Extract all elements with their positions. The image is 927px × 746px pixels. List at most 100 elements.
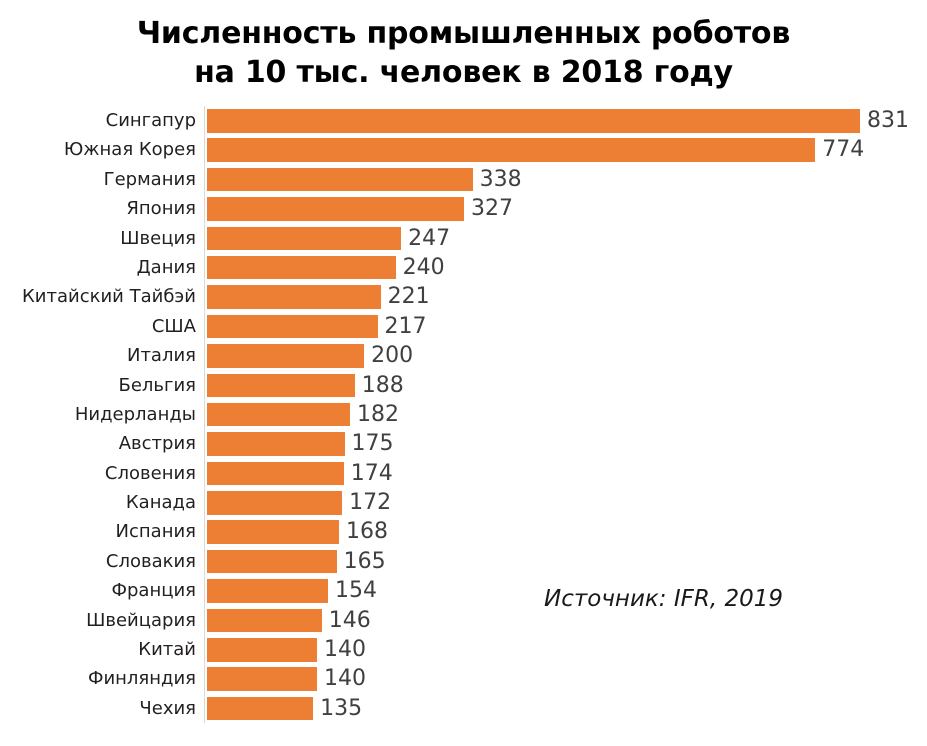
bar-row: Италия 200 [0, 341, 927, 370]
bar-category-label: Бельгия [118, 374, 196, 396]
bar-row: Нидерланды 182 [0, 400, 927, 429]
bar-category-label: Швеция [120, 227, 196, 249]
bar-container: 831 [207, 109, 909, 133]
bar-value-label: 182 [357, 401, 400, 427]
bar-row: Австрия 175 [0, 429, 927, 458]
bar-category-label: Япония [126, 198, 196, 220]
bar [207, 197, 464, 221]
bar-container: 200 [207, 344, 413, 368]
bar-row: Швейцария 146 [0, 606, 927, 635]
bar-row: Словения 174 [0, 459, 927, 488]
bar-container: 146 [207, 609, 371, 633]
chart-title-line-1: Численность промышленных роботов [136, 16, 791, 51]
bar [207, 579, 328, 603]
bar-rows: Сингапур 831 Южная Корея 774 Германия 338 Япон… [0, 106, 927, 723]
bar-category-label: Италия [126, 345, 196, 367]
bar-value-label: 188 [361, 372, 404, 398]
bar-category-label: Нидерланды [74, 403, 196, 425]
bar-row: Германия 338 [0, 165, 927, 194]
bar [207, 285, 381, 309]
bar-row: Франция 154 [0, 576, 927, 605]
bar-row: США 217 [0, 312, 927, 341]
bar [207, 608, 322, 633]
bar [207, 167, 473, 192]
bar-row: Финляндия 140 [0, 664, 927, 693]
bar-category-label: Словакия [105, 550, 196, 572]
bar-value-label: 168 [346, 519, 388, 545]
bar-category-label: Дания [136, 256, 196, 278]
bar-value-label: 338 [479, 166, 522, 192]
bar-category-label: Сингапур [105, 110, 196, 131]
bar-value-label: 200 [371, 343, 414, 369]
bar-value-label: 221 [387, 284, 430, 310]
bar [207, 638, 317, 662]
bar-value-label: 135 [320, 695, 363, 721]
bar-container: 338 [207, 168, 522, 192]
bar-row: Канада 172 [0, 488, 927, 517]
bar-category-label: Китай [138, 639, 196, 661]
bar-value-label: 174 [350, 460, 393, 486]
bar-container: 188 [207, 374, 404, 398]
bar [207, 402, 351, 427]
bar [207, 226, 402, 251]
bar-value-label: 146 [328, 607, 371, 633]
source-annotation: Источник: IFR, 2019 [544, 586, 783, 612]
bar-row: Южная Корея 774 [0, 135, 927, 164]
bar-value-label: 165 [343, 548, 386, 574]
bar [207, 696, 314, 721]
bar-category-label: Финляндия [87, 668, 196, 690]
bar-container: 182 [207, 403, 399, 427]
bar [207, 491, 343, 515]
bar-container: 140 [207, 667, 366, 691]
bar [207, 667, 317, 691]
bar-container: 221 [207, 285, 430, 309]
bar-value-label: 140 [324, 666, 366, 692]
bar-category-label: Испания [115, 521, 196, 543]
bar-category-label: Швейцария [86, 609, 196, 631]
bar-category-label: США [151, 315, 196, 337]
bar [207, 461, 344, 486]
bar-container: 217 [207, 315, 427, 339]
bar-category-label: Чехия [139, 697, 196, 719]
bar [207, 373, 355, 398]
bar [207, 109, 860, 133]
bar [207, 255, 396, 280]
bar-container: 154 [207, 579, 377, 603]
bar-row: Сингапур 831 [0, 106, 927, 135]
bar [207, 314, 378, 339]
bar-row: Швеция 247 [0, 224, 927, 253]
chart-title-line-2: на 10 тыс. человек в 2018 году [194, 55, 733, 90]
bar-row: Китай 140 [0, 635, 927, 664]
bar [207, 138, 816, 162]
bar [207, 432, 345, 456]
bar-row: Китайский Тайбэй 221 [0, 282, 927, 311]
bar-chart: Численность промышленных роботов на 10 т… [0, 0, 927, 746]
bar-value-label: 247 [408, 225, 451, 251]
bar-value-label: 140 [324, 637, 366, 663]
bar [207, 549, 337, 574]
bar-value-label: 175 [351, 431, 394, 457]
bar-container: 327 [207, 197, 513, 221]
bar-category-label: Китайский Тайбэй [22, 286, 196, 308]
bar-container: 140 [207, 638, 366, 662]
bar [207, 520, 339, 544]
bar-value-label: 240 [402, 254, 445, 280]
bar-container: 165 [207, 550, 386, 574]
bar-value-label: 831 [867, 108, 909, 133]
bar-value-label: 154 [335, 578, 377, 604]
bar-category-label: Южная Корея [63, 139, 196, 161]
bar-value-label: 217 [384, 313, 427, 339]
plot-area: Сингапур 831 Южная Корея 774 Германия 338 Япон… [0, 106, 927, 726]
bar-row: Испания 168 [0, 517, 927, 546]
bar-category-label: Словения [104, 462, 196, 484]
bar-container: 174 [207, 462, 393, 486]
bar-container: 774 [207, 138, 864, 162]
bar-container: 247 [207, 227, 450, 251]
bar-category-label: Германия [103, 168, 196, 190]
bar-row: Япония 327 [0, 194, 927, 223]
bar-row: Дания 240 [0, 253, 927, 282]
bar-category-label: Канада [125, 492, 196, 514]
bar [207, 344, 365, 368]
bar-container: 168 [207, 520, 388, 544]
bar-row: Бельгия 188 [0, 371, 927, 400]
